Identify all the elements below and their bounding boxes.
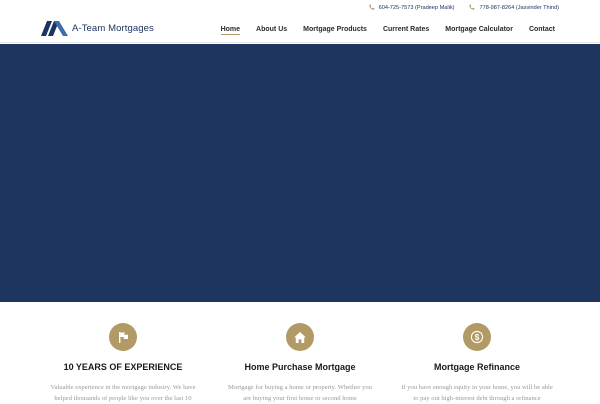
feature-description: If you have enough equity in your home, … xyxy=(387,382,567,404)
hero-banner xyxy=(0,44,600,302)
feature-description-line: are buying your first home or second hom… xyxy=(243,395,357,402)
feature-home-purchase: Home Purchase Mortgage Mortgage for buyi… xyxy=(210,323,390,404)
nav-item-current-rates[interactable]: Current Rates xyxy=(383,15,429,43)
contact-phone-1[interactable]: 604-725-7573 (Pradeep Malik) xyxy=(368,4,455,11)
phone-icon xyxy=(469,4,475,10)
nav-item-about-us[interactable]: About Us xyxy=(256,15,287,43)
feature-title: 10 YEARS OF EXPERIENCE xyxy=(63,362,183,372)
features-section: 10 YEARS OF EXPERIENCE Valuable experien… xyxy=(0,302,600,402)
nav-item-mortgage-products[interactable]: Mortgage Products xyxy=(303,15,367,43)
feature-description-line: If you have enough equity in your home, … xyxy=(401,384,553,391)
contact-bar: 604-725-7573 (Pradeep Malik) 778-987-826… xyxy=(0,0,600,15)
contact-phone-2-text: 778-987-8264 (Jasvinder Thind) xyxy=(479,4,559,11)
feature-icon-circle xyxy=(286,323,314,351)
site-logo[interactable]: A-Team Mortgages xyxy=(41,21,154,36)
feature-experience: 10 YEARS OF EXPERIENCE Valuable experien… xyxy=(33,323,213,404)
feature-description-line: to pay out high-interest debt through a … xyxy=(413,395,541,402)
flag-icon xyxy=(118,331,128,343)
nav-item-mortgage-calculator[interactable]: Mortgage Calculator xyxy=(445,15,513,43)
home-icon xyxy=(294,331,306,343)
svg-text:$: $ xyxy=(475,333,480,342)
contact-phone-1-text: 604-725-7573 (Pradeep Malik) xyxy=(378,4,455,11)
nav-item-home[interactable]: Home xyxy=(220,15,241,43)
nav-item-contact[interactable]: Contact xyxy=(529,15,555,43)
main-nav: Home About Us Mortgage Products Current … xyxy=(205,15,555,43)
feature-description: Mortgage for buying a home or property. … xyxy=(210,382,390,404)
logo-text: A-Team Mortgages xyxy=(72,23,154,34)
contact-phone-2[interactable]: 778-987-8264 (Jasvinder Thind) xyxy=(468,4,559,11)
phone-icon xyxy=(368,4,374,10)
feature-icon-circle: $ xyxy=(463,323,491,351)
feature-icon-circle xyxy=(109,323,137,351)
feature-title: Mortgage Refinance xyxy=(433,362,520,372)
feature-description: Valuable experience in the mortgage indu… xyxy=(33,382,213,404)
feature-title: Home Purchase Mortgage xyxy=(244,362,356,372)
feature-refinance: $ Mortgage Refinance If you have enough … xyxy=(387,323,567,404)
dollar-icon: $ xyxy=(470,330,484,344)
feature-description-line: Valuable experience in the mortgage indu… xyxy=(50,384,196,391)
feature-description-line: helped thousands of people like you over… xyxy=(54,395,192,402)
feature-description-line: Mortgage for buying a home or property. … xyxy=(228,384,372,391)
logo-mark-icon xyxy=(41,21,68,36)
site-header: A-Team Mortgages Home About Us Mortgage … xyxy=(0,15,600,43)
